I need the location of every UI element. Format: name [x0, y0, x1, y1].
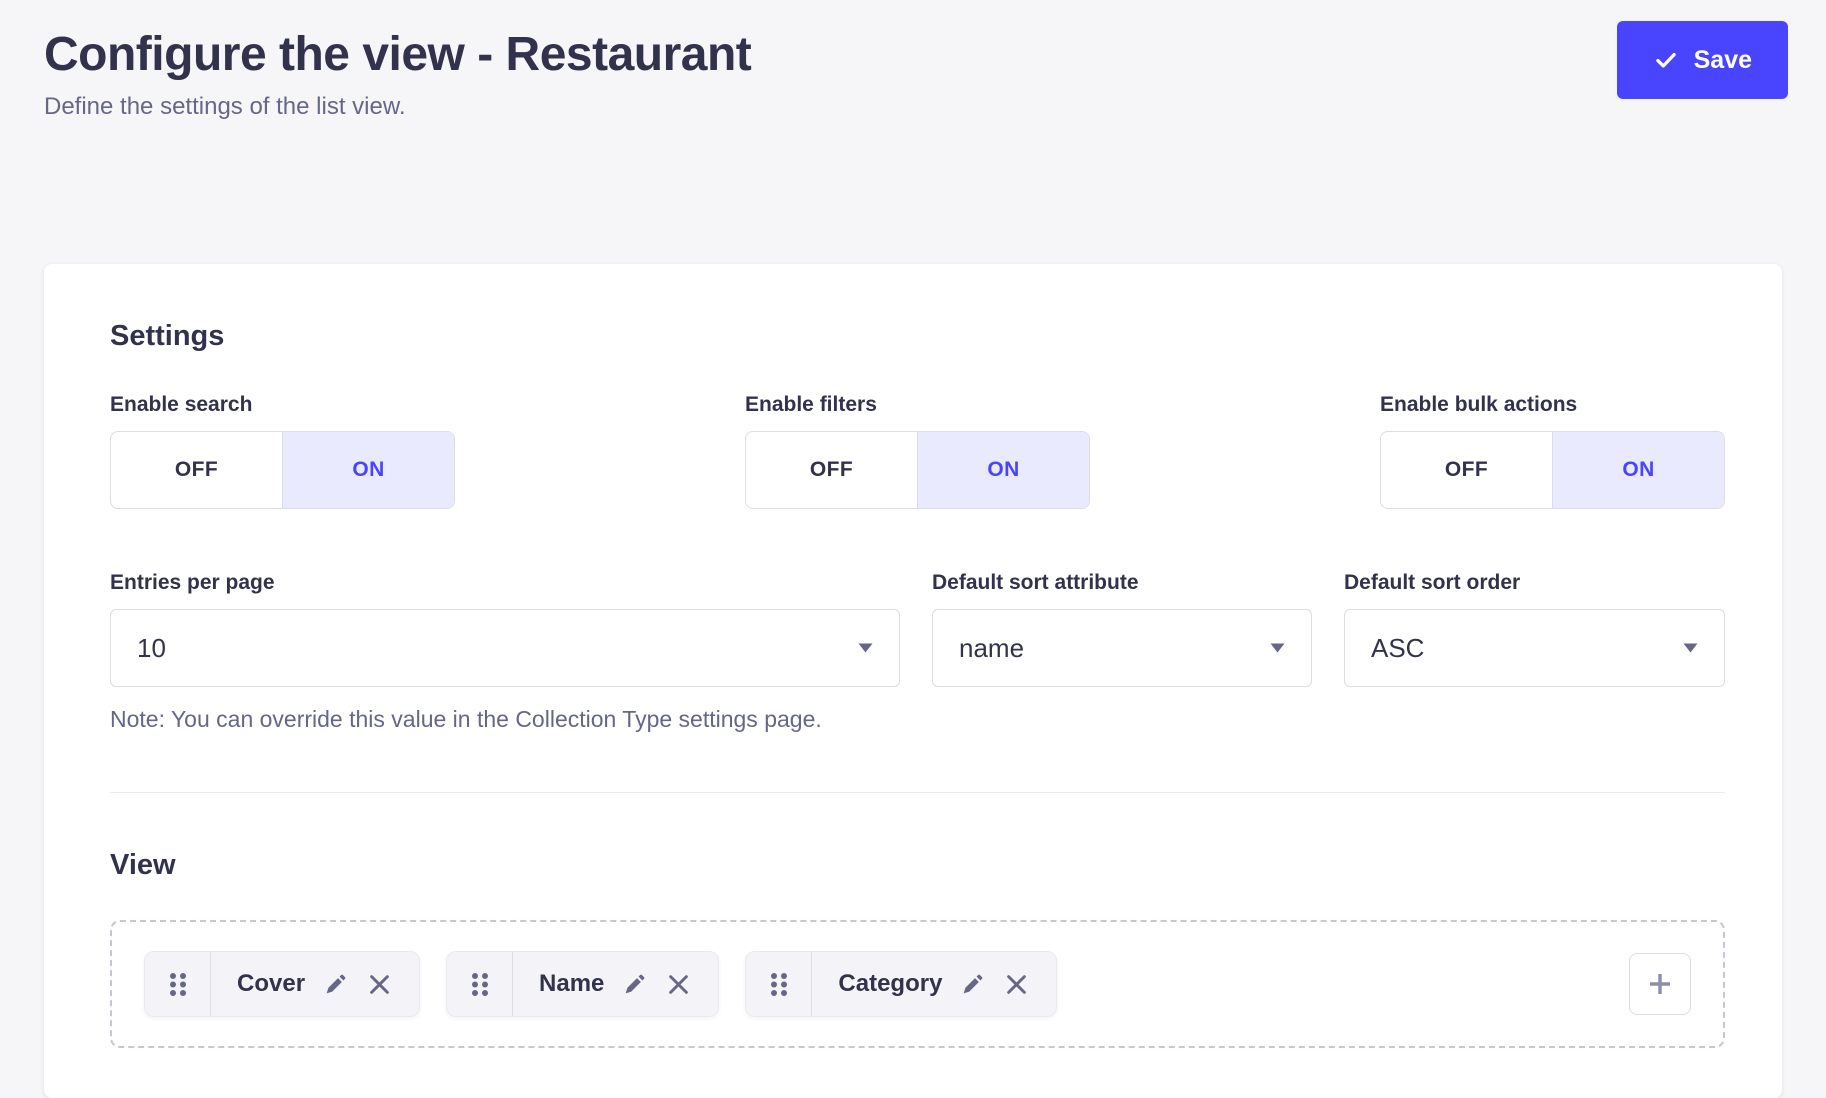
enable-filters-on-option[interactable]: ON [917, 432, 1089, 508]
field-chip-category: Category [745, 951, 1057, 1017]
enable-bulk-actions-off-option[interactable]: OFF [1381, 432, 1552, 508]
entries-per-page-note: Note: You can override this value in the… [110, 705, 900, 733]
drag-handle-icon[interactable] [145, 952, 211, 1016]
default-sort-attribute-field: Default sort attribute name [932, 571, 1312, 687]
toggle-row: Enable search OFF ON Enable filters OFF … [110, 393, 1725, 509]
settings-card: Settings Enable search OFF ON Enable fil… [44, 264, 1782, 1098]
chip-label: Category [838, 970, 942, 998]
default-sort-attribute-label: Default sort attribute [932, 571, 1312, 595]
chevron-down-icon [858, 643, 873, 653]
chevron-down-icon [1270, 643, 1285, 653]
save-button[interactable]: Save [1617, 21, 1788, 99]
plus-icon [1644, 968, 1676, 1000]
page-title: Configure the view - Restaurant [44, 26, 1782, 84]
chevron-down-icon [1683, 643, 1698, 653]
enable-search-on-option[interactable]: ON [282, 432, 454, 508]
entries-per-page-field: Entries per page 10 Note: You can overri… [110, 571, 900, 756]
page-header: Configure the view - Restaurant Define t… [0, 0, 1826, 122]
entries-per-page-select[interactable]: 10 [110, 609, 900, 687]
select-row: Entries per page 10 Note: You can overri… [110, 571, 1725, 756]
default-sort-order-field: Default sort order ASC [1344, 571, 1725, 687]
view-heading: View [110, 849, 1725, 882]
settings-heading: Settings [110, 320, 1725, 353]
default-sort-attribute-select[interactable]: name [932, 609, 1312, 687]
default-sort-attribute-value: name [959, 633, 1024, 664]
enable-filters-toggle: OFF ON [745, 431, 1090, 509]
enable-search-off-option[interactable]: OFF [111, 432, 282, 508]
field-drop-zone: Cover Name [110, 920, 1725, 1048]
enable-bulk-actions-on-option[interactable]: ON [1552, 432, 1724, 508]
chip-label: Cover [237, 970, 305, 998]
default-sort-order-select[interactable]: ASC [1344, 609, 1725, 687]
enable-bulk-actions-toggle: OFF ON [1380, 431, 1725, 509]
default-sort-order-value: ASC [1371, 633, 1424, 664]
enable-filters-label: Enable filters [745, 393, 1090, 417]
close-icon[interactable] [665, 971, 692, 998]
enable-search-field: Enable search OFF ON [110, 393, 455, 509]
enable-filters-field: Enable filters OFF ON [745, 393, 1090, 509]
chip-body: Name [513, 952, 718, 1016]
chip-label: Name [539, 970, 604, 998]
close-icon[interactable] [1003, 971, 1030, 998]
save-button-label: Save [1694, 46, 1752, 75]
enable-search-toggle: OFF ON [110, 431, 455, 509]
enable-filters-off-option[interactable]: OFF [746, 432, 917, 508]
pencil-icon[interactable] [323, 972, 348, 997]
enable-bulk-actions-field: Enable bulk actions OFF ON [1380, 393, 1725, 509]
drag-handle-icon[interactable] [746, 952, 812, 1016]
enable-search-label: Enable search [110, 393, 455, 417]
field-chip-name: Name [446, 951, 719, 1017]
field-chip-cover: Cover [144, 951, 420, 1017]
entries-per-page-label: Entries per page [110, 571, 900, 595]
pencil-icon[interactable] [622, 972, 647, 997]
check-icon [1653, 47, 1679, 73]
default-sort-order-label: Default sort order [1344, 571, 1725, 595]
page-subtitle: Define the settings of the list view. [44, 92, 1782, 122]
add-field-button[interactable] [1629, 953, 1691, 1015]
chip-body: Category [812, 952, 1056, 1016]
close-icon[interactable] [366, 971, 393, 998]
pencil-icon[interactable] [960, 972, 985, 997]
drag-handle-icon[interactable] [447, 952, 513, 1016]
enable-bulk-actions-label: Enable bulk actions [1380, 393, 1725, 417]
entries-per-page-value: 10 [137, 633, 166, 664]
chip-body: Cover [211, 952, 419, 1016]
section-divider [110, 792, 1725, 793]
